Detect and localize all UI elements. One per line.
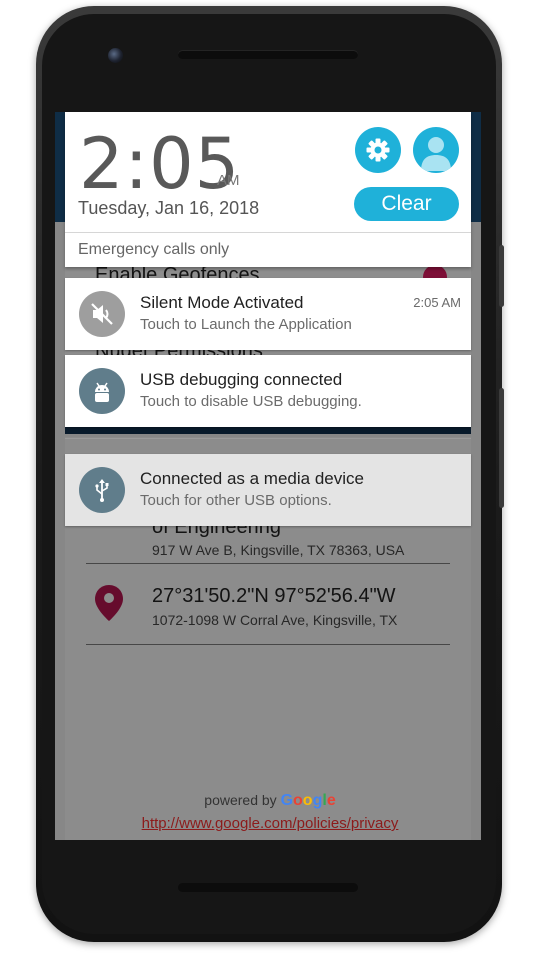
settings-button[interactable] [355, 127, 401, 173]
notification-icon-bg [79, 467, 125, 513]
screen: Enable Geofences Nuget Permissions of En… [55, 112, 481, 840]
date: Tuesday, Jan 16, 2018 [78, 198, 260, 218]
notification-title: Silent Mode Activated [140, 293, 304, 312]
clear-button[interactable]: Clear [354, 187, 459, 221]
user-icon [421, 137, 451, 171]
divider [65, 438, 471, 439]
powered-by-label: powered by [204, 792, 277, 808]
notification-time: 2:05 AM [413, 295, 461, 310]
android-icon [95, 382, 109, 402]
earpiece-speaker [178, 50, 358, 59]
google-logo-letter: e [326, 792, 336, 809]
front-camera [108, 48, 123, 63]
clock-ampm: AM [217, 172, 240, 189]
gear-icon [366, 138, 390, 162]
notification-text: Touch to Launch the Application [140, 316, 352, 333]
google-logo-letter: o [302, 792, 313, 809]
notification-text: Touch for other USB options. [140, 492, 332, 509]
google-logo-letter: g [312, 792, 323, 809]
google-logo-letter: G [280, 792, 294, 809]
notification-title: Connected as a media device [140, 469, 364, 488]
notification-icon-bg [79, 368, 125, 414]
notification-text: Touch to disable USB debugging. [140, 393, 362, 410]
carrier-status: Emergency calls only [78, 241, 230, 258]
volume-off-icon [91, 303, 113, 325]
google-logo-letter: o [293, 792, 303, 809]
notification-icon-bg [79, 291, 125, 337]
notification-title: USB debugging connected [140, 370, 343, 389]
power-button [499, 388, 504, 508]
quick-settings-header: 2:05 AM Tuesday, Jan 16, 2018 Clear Emer… [65, 112, 471, 267]
notification-media-device[interactable]: Connected as a media device Touch for ot… [65, 454, 471, 526]
user-avatar-button[interactable] [413, 127, 459, 173]
bottom-speaker [178, 883, 358, 892]
notification-silent-mode[interactable]: Silent Mode Activated Touch to Launch th… [65, 278, 471, 350]
powered-by-google: powered by Google [0, 792, 540, 810]
usb-icon [95, 479, 109, 502]
privacy-link[interactable]: http://www.google.com/policies/privacy [0, 815, 540, 832]
divider [65, 232, 471, 233]
volume-button [499, 245, 504, 307]
notification-usb-debugging[interactable]: USB debugging connected Touch to disable… [65, 355, 471, 427]
google-logo: Google [281, 792, 336, 809]
clock: 2:05 [79, 123, 241, 205]
